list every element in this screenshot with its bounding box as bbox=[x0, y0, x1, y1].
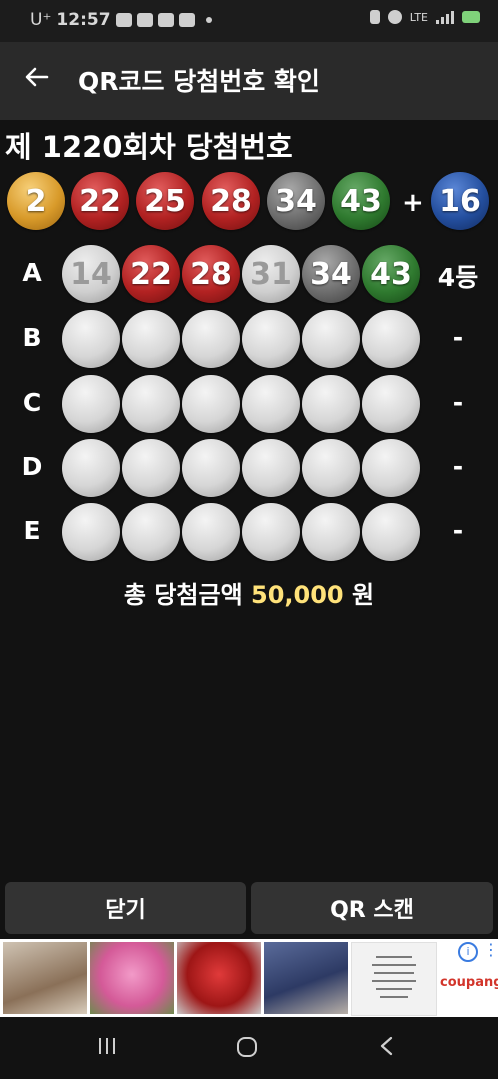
game-rank-c: - bbox=[452, 388, 464, 417]
empty-ball bbox=[362, 375, 420, 433]
game-label-d: D bbox=[21, 452, 43, 481]
game-ball: 28 bbox=[182, 245, 240, 303]
empty-ball bbox=[362, 503, 420, 561]
winning-ball: 28 bbox=[202, 172, 260, 230]
network-label: LTE bbox=[409, 10, 428, 24]
ad-product-image[interactable] bbox=[90, 942, 174, 1014]
app-bar: QR코드 당첨번호 확인 bbox=[0, 42, 498, 120]
lock-icon bbox=[369, 10, 380, 24]
notification-icon bbox=[178, 13, 195, 27]
empty-ball bbox=[302, 375, 360, 433]
ad-info-icon[interactable]: i bbox=[458, 942, 478, 962]
check-icon bbox=[157, 13, 174, 27]
game-label-a: A bbox=[22, 258, 42, 287]
empty-ball bbox=[182, 503, 240, 561]
game-label-c: C bbox=[22, 388, 42, 417]
game-ball: 14 bbox=[62, 245, 120, 303]
empty-ball bbox=[182, 439, 240, 497]
empty-ball bbox=[242, 503, 300, 561]
alarm-icon bbox=[387, 10, 402, 24]
signal-icon bbox=[436, 10, 454, 24]
battery-icon bbox=[462, 11, 480, 23]
bonus-ball: 16 bbox=[431, 172, 489, 230]
recent-apps-icon[interactable] bbox=[96, 1035, 118, 1063]
empty-ball bbox=[242, 375, 300, 433]
total-prize-unit: 원 bbox=[352, 581, 375, 609]
empty-ball bbox=[122, 439, 180, 497]
empty-ball bbox=[302, 310, 360, 368]
winning-ball: 22 bbox=[71, 172, 129, 230]
ad-brand: coupang bbox=[440, 975, 498, 990]
ad-product-image[interactable] bbox=[351, 942, 437, 1016]
clock: 12:57 bbox=[56, 10, 111, 30]
game-ball: 43 bbox=[362, 245, 420, 303]
home-icon[interactable] bbox=[235, 1035, 259, 1065]
ad-banner[interactable]: i ⋮ coupang bbox=[0, 939, 498, 1017]
empty-ball bbox=[62, 310, 120, 368]
system-navigation-bar bbox=[0, 1017, 498, 1079]
empty-ball bbox=[182, 310, 240, 368]
game-rank-a: 4등 bbox=[437, 263, 479, 292]
empty-ball bbox=[122, 375, 180, 433]
pay-icon bbox=[115, 13, 132, 27]
plus-sign: + bbox=[402, 188, 424, 218]
arrow-left-icon[interactable] bbox=[22, 62, 56, 96]
more-notifications-icon bbox=[205, 17, 212, 23]
empty-ball bbox=[62, 503, 120, 561]
game-ball: 22 bbox=[122, 245, 180, 303]
empty-ball bbox=[122, 310, 180, 368]
ad-product-image[interactable] bbox=[177, 942, 261, 1014]
voicemail-icon bbox=[136, 13, 153, 27]
game-rank-e: - bbox=[452, 516, 464, 545]
game-ball: 31 bbox=[242, 245, 300, 303]
ad-product-image[interactable] bbox=[3, 942, 87, 1014]
empty-ball bbox=[182, 375, 240, 433]
game-label-e: E bbox=[23, 516, 41, 545]
empty-ball bbox=[302, 439, 360, 497]
empty-ball bbox=[242, 439, 300, 497]
empty-ball bbox=[242, 310, 300, 368]
empty-ball bbox=[62, 375, 120, 433]
back-nav-icon[interactable] bbox=[376, 1035, 398, 1063]
winning-ball: 34 bbox=[267, 172, 325, 230]
winning-ball: 2 bbox=[7, 172, 65, 230]
qr-scan-button[interactable]: QR 스캔 bbox=[251, 882, 493, 934]
empty-ball bbox=[362, 439, 420, 497]
winning-ball: 25 bbox=[136, 172, 194, 230]
status-bar: U⁺ 12:57 LTE bbox=[0, 0, 498, 42]
game-ball: 34 bbox=[302, 245, 360, 303]
ad-product-image[interactable] bbox=[264, 942, 348, 1014]
empty-ball bbox=[62, 439, 120, 497]
empty-ball bbox=[122, 503, 180, 561]
empty-ball bbox=[302, 503, 360, 561]
total-prize: 총 당첨금액 50,000 원 bbox=[0, 575, 498, 610]
ad-more-icon[interactable]: ⋮ bbox=[483, 942, 498, 958]
round-title: 제 1220회차 당첨번호 bbox=[5, 130, 293, 164]
empty-ball bbox=[362, 310, 420, 368]
carrier-label: U⁺ bbox=[30, 10, 52, 30]
close-button[interactable]: 닫기 bbox=[5, 882, 246, 934]
total-prize-amount: 50,000 bbox=[251, 581, 344, 609]
total-prize-label: 총 당첨금액 bbox=[123, 581, 243, 609]
page-title: QR코드 당첨번호 확인 bbox=[78, 67, 320, 96]
game-rank-b: - bbox=[452, 323, 464, 352]
game-label-b: B bbox=[22, 323, 42, 352]
game-rank-d: - bbox=[452, 452, 464, 481]
winning-ball: 43 bbox=[332, 172, 390, 230]
